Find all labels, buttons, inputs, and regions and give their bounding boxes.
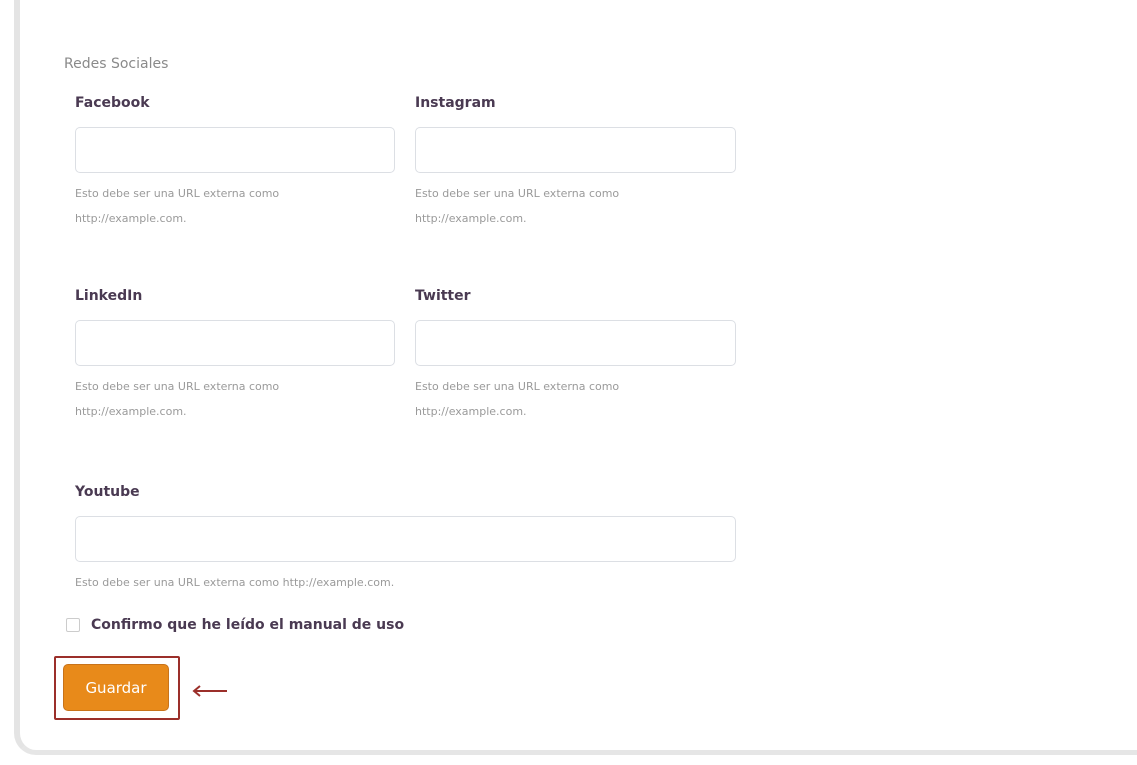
confirm-row: Confirmo que he leído el manual de uso [66,617,404,633]
linkedin-help-text: Esto debe ser una URL externa como http:… [75,380,280,418]
instagram-input[interactable] [415,127,736,173]
youtube-input[interactable] [75,516,736,562]
linkedin-field-group: LinkedIn Esto debe ser una URL externa c… [75,286,395,424]
youtube-help-text: Esto debe ser una URL externa como http:… [75,576,395,589]
twitter-help-text: Esto debe ser una URL externa como http:… [415,380,620,418]
youtube-label: Youtube [75,484,140,500]
facebook-input[interactable] [75,127,395,173]
confirm-checkbox[interactable] [66,618,80,632]
youtube-field-group: Youtube Esto debe ser una URL externa co… [75,482,736,595]
left-arrow-icon [192,685,227,697]
linkedin-label: LinkedIn [75,288,143,304]
instagram-label: Instagram [415,95,496,111]
twitter-input[interactable] [415,320,736,366]
twitter-label: Twitter [415,288,471,304]
facebook-label: Facebook [75,95,150,111]
section-title: Redes Sociales [64,56,169,72]
linkedin-input[interactable] [75,320,395,366]
facebook-field-group: Facebook Esto debe ser una URL externa c… [75,93,395,231]
facebook-help-text: Esto debe ser una URL externa como http:… [75,187,280,225]
save-button[interactable]: Guardar [63,664,169,711]
confirm-label[interactable]: Confirmo que he leído el manual de uso [91,617,404,633]
twitter-field-group: Twitter Esto debe ser una URL externa co… [415,286,736,424]
instagram-field-group: Instagram Esto debe ser una URL externa … [415,93,736,231]
instagram-help-text: Esto debe ser una URL externa como http:… [415,187,620,225]
